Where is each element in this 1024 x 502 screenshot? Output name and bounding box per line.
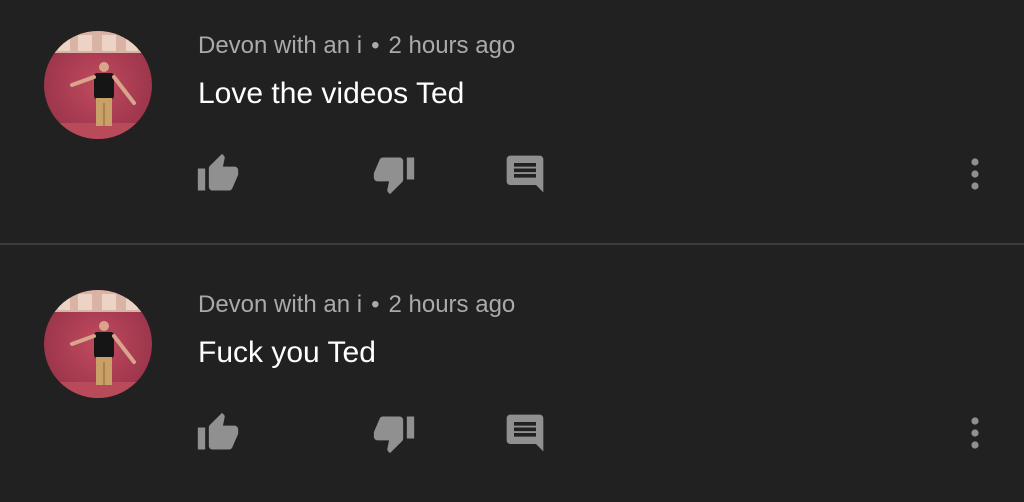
comment-icon <box>506 155 544 193</box>
comment-meta: Devon with an i • 2 hours ago <box>198 291 515 319</box>
reply-button[interactable] <box>501 409 549 457</box>
dislike-button[interactable] <box>370 409 418 457</box>
thumb-up-icon <box>197 412 239 450</box>
more-vertical-icon <box>971 417 979 449</box>
dislike-button[interactable] <box>370 150 418 198</box>
like-button[interactable] <box>194 150 242 198</box>
more-options-button[interactable] <box>951 150 999 198</box>
thumb-down-icon <box>373 416 415 454</box>
avatar-image <box>44 31 152 139</box>
author-name[interactable]: Devon with an i <box>198 32 362 59</box>
more-options-button[interactable] <box>951 409 999 457</box>
comment-feed: Devon with an i • 2 hours ago Love the vid… <box>0 0 1024 502</box>
comment-text: Love the videos Ted <box>198 77 465 110</box>
comment-meta: Devon with an i • 2 hours ago <box>198 32 515 60</box>
more-vertical-icon <box>971 158 979 190</box>
meta-separator: • <box>371 291 380 318</box>
like-button[interactable] <box>194 409 242 457</box>
avatar[interactable] <box>44 290 152 398</box>
comment-divider <box>0 243 1024 245</box>
thumb-down-icon <box>373 157 415 195</box>
timestamp[interactable]: 2 hours ago <box>389 32 516 59</box>
avatar-image <box>44 290 152 398</box>
comment-item: Devon with an i • 2 hours ago Love the vid… <box>0 0 1024 245</box>
reply-button[interactable] <box>501 150 549 198</box>
avatar[interactable] <box>44 31 152 139</box>
comment-icon <box>506 414 544 452</box>
author-name[interactable]: Devon with an i <box>198 291 362 318</box>
thumb-up-icon <box>197 153 239 191</box>
timestamp[interactable]: 2 hours ago <box>389 291 516 318</box>
comment-text: Fuck you Ted <box>198 336 376 369</box>
comment-item: Devon with an i • 2 hours ago Fuck you Ted <box>0 259 1024 502</box>
meta-separator: • <box>371 32 380 59</box>
